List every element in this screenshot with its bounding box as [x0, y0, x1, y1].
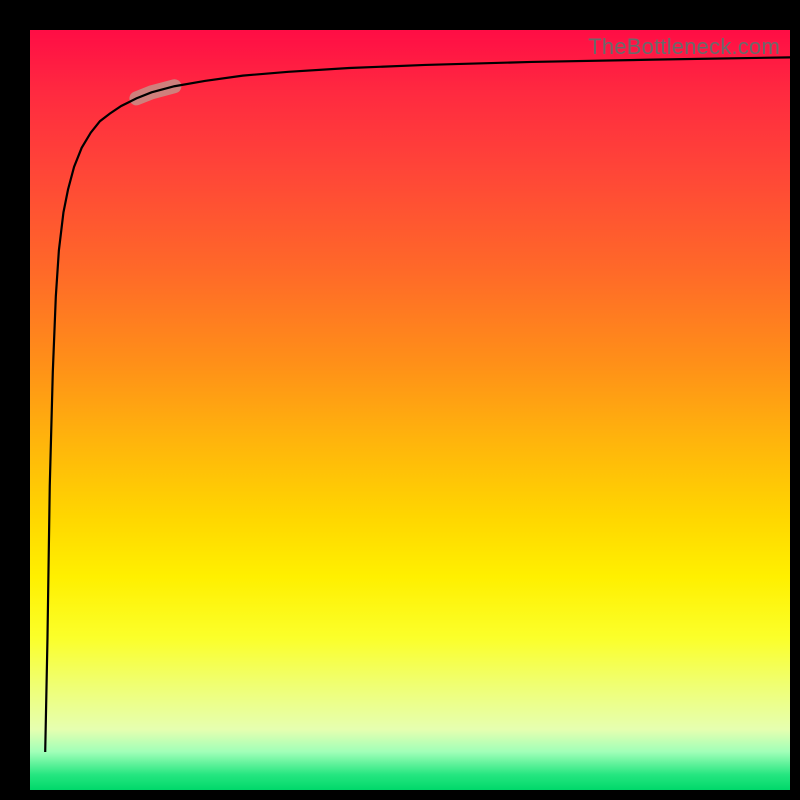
chart-svg	[30, 30, 790, 790]
attribution-label: TheBottleneck.com	[588, 34, 780, 60]
bottleneck-curve	[45, 57, 790, 752]
chart-frame: TheBottleneck.com	[30, 30, 790, 790]
